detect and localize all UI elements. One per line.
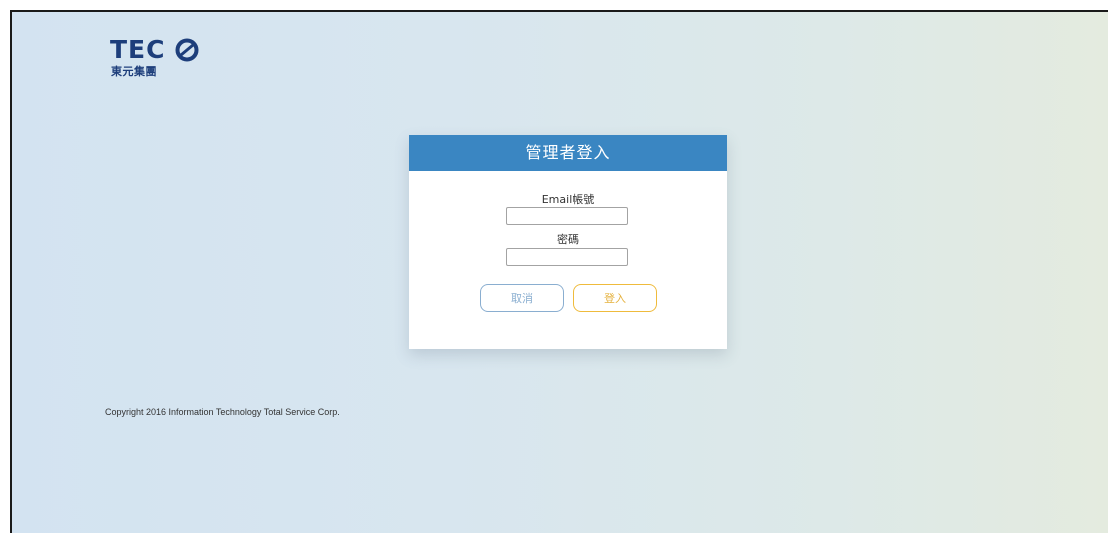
teco-logo: TEC 東元集團 (110, 37, 210, 97)
copyright-text: Copyright 2016 Information Technology To… (105, 407, 340, 417)
password-label: 密碼 (557, 233, 579, 246)
logo-wordmark: TEC (110, 35, 166, 64)
cancel-button[interactable]: 取消 (480, 284, 564, 312)
email-label: Email帳號 (541, 193, 595, 206)
page-background: TEC 東元集團 管理者登入 Email帳號 密碼 取消 登入 Copyrigh… (10, 10, 1108, 533)
login-title: 管理者登入 (409, 135, 727, 171)
email-field[interactable] (506, 207, 628, 225)
logo-subtitle: 東元集團 (111, 65, 157, 78)
login-panel: 管理者登入 Email帳號 密碼 取消 登入 (409, 135, 727, 349)
login-button[interactable]: 登入 (573, 284, 657, 312)
password-field[interactable] (506, 248, 628, 266)
teco-emblem-icon (175, 38, 199, 62)
